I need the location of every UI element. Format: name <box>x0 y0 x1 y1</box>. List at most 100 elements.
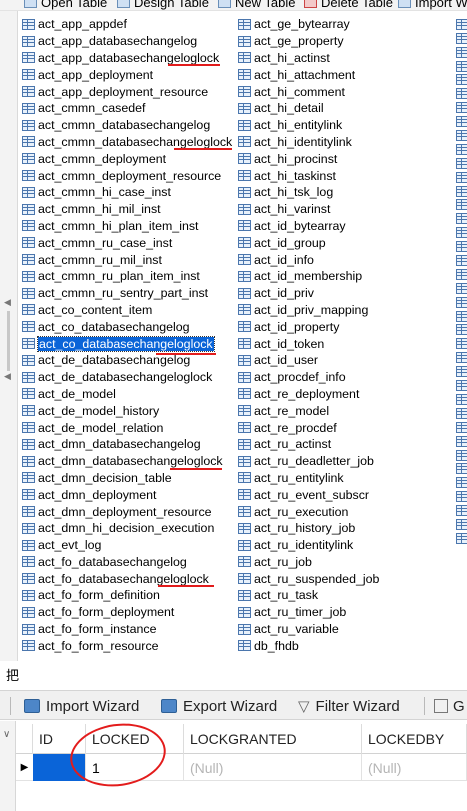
table-item[interactable]: act_dmn_deployment <box>22 486 234 503</box>
table-item[interactable]: act_id_token <box>238 335 448 352</box>
table-item[interactable]: act_ru_event_subscr <box>238 486 448 503</box>
table-item[interactable]: act_de_databasechangeloglock <box>22 369 234 386</box>
cell-lockedby[interactable]: (Null) <box>362 754 467 781</box>
table-item[interactable]: act_evt_log <box>22 537 234 554</box>
table-icon[interactable] <box>456 380 467 392</box>
table-icon[interactable] <box>456 338 467 350</box>
table-item[interactable]: act_de_model_relation <box>22 419 234 436</box>
table-item[interactable]: act_hi_actinst <box>238 50 448 67</box>
table-icon[interactable] <box>456 143 467 155</box>
table-item[interactable]: act_app_deployment_resource <box>22 83 234 100</box>
table-item[interactable]: act_fo_databasechangelog <box>22 554 234 571</box>
table-icon[interactable] <box>456 185 467 197</box>
table-item[interactable]: act_hi_entitylink <box>238 117 448 134</box>
table-icon[interactable] <box>456 463 467 475</box>
table-item[interactable]: act_hi_varinst <box>238 201 448 218</box>
table-item-selected[interactable]: act_co_databasechangeloglock <box>22 335 234 355</box>
table-icon[interactable] <box>456 296 467 308</box>
table-item[interactable]: act_app_deployment <box>22 66 234 83</box>
table-item[interactable]: act_ru_history_job <box>238 520 448 537</box>
table-item[interactable]: act_ru_execution <box>238 503 448 520</box>
table-item[interactable]: act_hi_comment <box>238 83 448 100</box>
table-item[interactable]: act_id_membership <box>238 268 448 285</box>
table-icon[interactable] <box>456 532 467 544</box>
design-table-button[interactable]: Design Table <box>117 0 209 10</box>
column-header-lockgranted[interactable]: LOCKGRANTED <box>184 724 362 754</box>
table-icon[interactable] <box>456 324 467 336</box>
table-item[interactable]: act_cmmn_hi_case_inst <box>22 184 234 201</box>
table-icon[interactable] <box>456 435 467 447</box>
table-item[interactable]: act_dmn_databasechangeloglock <box>22 453 234 470</box>
table-item[interactable]: act_fo_form_instance <box>22 621 234 638</box>
chevron-down-icon[interactable]: ∨ <box>3 729 10 740</box>
table-icon[interactable] <box>456 268 467 280</box>
table-item[interactable]: act_id_bytearray <box>238 218 448 235</box>
table-item[interactable]: act_cmmn_ru_mil_inst <box>22 251 234 268</box>
table-item[interactable]: act_id_group <box>238 234 448 251</box>
table-item[interactable]: act_cmmn_hi_plan_item_inst <box>22 218 234 235</box>
table-item[interactable]: act_cmmn_casedef <box>22 100 234 117</box>
table-item[interactable]: act_cmmn_deployment <box>22 150 234 167</box>
table-icon[interactable] <box>456 88 467 100</box>
table-item[interactable]: act_ge_property <box>238 33 448 50</box>
table-item[interactable]: act_ru_timer_job <box>238 604 448 621</box>
table-item[interactable]: act_ru_identitylink <box>238 537 448 554</box>
table-item[interactable]: act_id_priv_mapping <box>238 302 448 319</box>
table-item[interactable]: act_id_priv <box>238 285 448 302</box>
table-item[interactable]: act_co_databasechangelog <box>22 318 234 335</box>
table-item[interactable]: act_app_databasechangelog <box>22 33 234 50</box>
table-item[interactable]: act_dmn_decision_table <box>22 470 234 487</box>
table-icon[interactable] <box>456 102 467 114</box>
table-item[interactable]: act_id_info <box>238 251 448 268</box>
chevron-left-icon[interactable]: ◀ <box>4 371 11 382</box>
delete-table-button[interactable]: Delete Table <box>304 0 393 10</box>
table-icon[interactable] <box>456 282 467 294</box>
table-icon[interactable] <box>456 32 467 44</box>
splitter-bar[interactable] <box>7 311 10 371</box>
table-icon[interactable] <box>456 241 467 253</box>
table-icon[interactable] <box>456 60 467 72</box>
table-item[interactable]: act_de_model <box>22 386 234 403</box>
table-item[interactable]: act_co_content_item <box>22 302 234 319</box>
table-icon[interactable] <box>456 227 467 239</box>
table-icon[interactable] <box>456 171 467 183</box>
table-item[interactable]: act_hi_identitylink <box>238 134 448 151</box>
table-icon[interactable] <box>456 421 467 433</box>
table-item[interactable]: act_ru_job <box>238 554 448 571</box>
table-icon[interactable] <box>456 116 467 128</box>
table-item[interactable]: act_cmmn_ru_case_inst <box>22 234 234 251</box>
table-item[interactable]: act_dmn_hi_decision_execution <box>22 520 234 537</box>
table-item[interactable]: act_fo_form_definition <box>22 587 234 604</box>
table-icon[interactable] <box>456 130 467 142</box>
table-item[interactable]: act_app_appdef <box>22 16 234 33</box>
cell-lockgranted[interactable]: (Null) <box>184 754 362 781</box>
table-icon[interactable] <box>456 255 467 267</box>
table-icon[interactable] <box>456 74 467 86</box>
table-icon[interactable] <box>456 213 467 225</box>
import-wizard-button[interactable]: Import Wizard <box>24 696 139 716</box>
table-icon[interactable] <box>456 366 467 378</box>
table-icon[interactable] <box>456 518 467 530</box>
table-item[interactable]: act_cmmn_databasechangelog <box>22 117 234 134</box>
table-item[interactable]: act_cmmn_databasechangeloglock <box>22 134 234 151</box>
table-item[interactable]: act_hi_detail <box>238 100 448 117</box>
new-table-button[interactable]: New Table <box>218 0 295 10</box>
table-item[interactable]: act_fo_form_deployment <box>22 604 234 621</box>
table-item[interactable]: act_ru_task <box>238 587 448 604</box>
table-icon[interactable] <box>456 157 467 169</box>
table-item[interactable]: act_cmmn_hi_mil_inst <box>22 201 234 218</box>
table-item[interactable]: act_cmmn_ru_sentry_part_inst <box>22 285 234 302</box>
table-item[interactable]: act_id_user <box>238 352 448 369</box>
table-icon[interactable] <box>456 393 467 405</box>
chevron-left-icon[interactable]: ◀ <box>4 297 11 308</box>
table-item[interactable]: act_ge_bytearray <box>238 16 448 33</box>
export-wizard-button[interactable]: Export Wizard <box>161 696 277 716</box>
table-item[interactable]: act_id_property <box>238 318 448 335</box>
table-item[interactable]: act_ru_entitylink <box>238 470 448 487</box>
table-item[interactable]: act_hi_attachment <box>238 66 448 83</box>
table-icon[interactable] <box>456 449 467 461</box>
column-header-lockedby[interactable]: LOCKEDBY <box>362 724 467 754</box>
table-item[interactable]: act_ru_variable <box>238 621 448 638</box>
table-item[interactable]: act_fo_databasechangeloglock <box>22 570 234 588</box>
table-item[interactable]: act_cmmn_deployment_resource <box>22 167 234 184</box>
